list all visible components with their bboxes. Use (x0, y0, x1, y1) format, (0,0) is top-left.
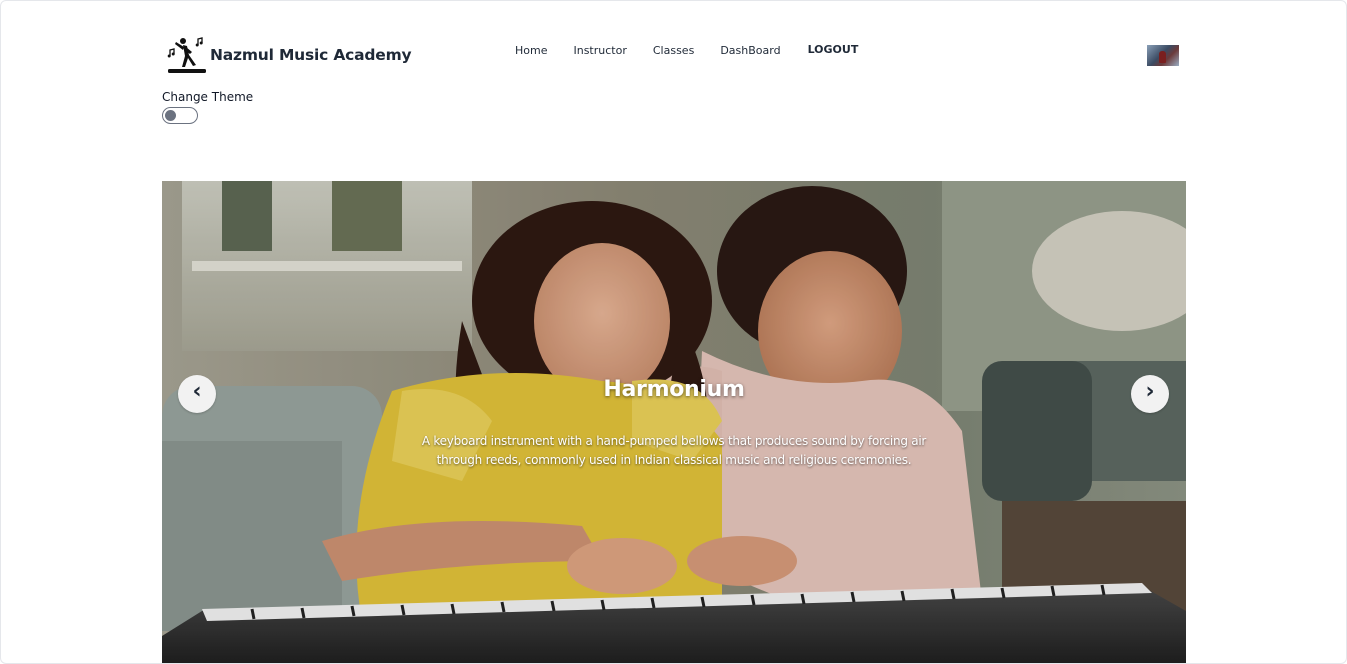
slide-description: A keyboard instrument with a hand-pumped… (421, 434, 927, 467)
nav-home[interactable]: Home (515, 44, 547, 57)
dancer-music-notes-icon (167, 37, 206, 73)
theme-toggle-knob (165, 109, 176, 121)
navbar: Nazmul Music Academy Home Instructor Cla… (161, 31, 1186, 81)
nav-links: Home Instructor Classes DashBoard LOGOUT (515, 43, 859, 57)
logout-button[interactable]: LOGOUT (808, 43, 859, 56)
avatar-figure (1159, 51, 1166, 63)
page-frame: Nazmul Music Academy Home Instructor Cla… (0, 0, 1347, 664)
nav-instructor[interactable]: Instructor (573, 44, 626, 57)
nav-classes[interactable]: Classes (653, 44, 694, 57)
brand[interactable]: Nazmul Music Academy (166, 36, 412, 74)
nav-dashboard[interactable]: DashBoard (720, 44, 780, 57)
brand-name: Nazmul Music Academy (210, 46, 412, 64)
change-theme-label: Change Theme (162, 90, 254, 104)
slide-image (162, 181, 1186, 663)
user-avatar[interactable] (1147, 45, 1179, 66)
slide-title: Harmonium (603, 377, 745, 402)
theme-toggle[interactable] (162, 107, 198, 124)
hero-carousel: ‹ › Harmonium A keyboard instrument with… (162, 181, 1186, 663)
